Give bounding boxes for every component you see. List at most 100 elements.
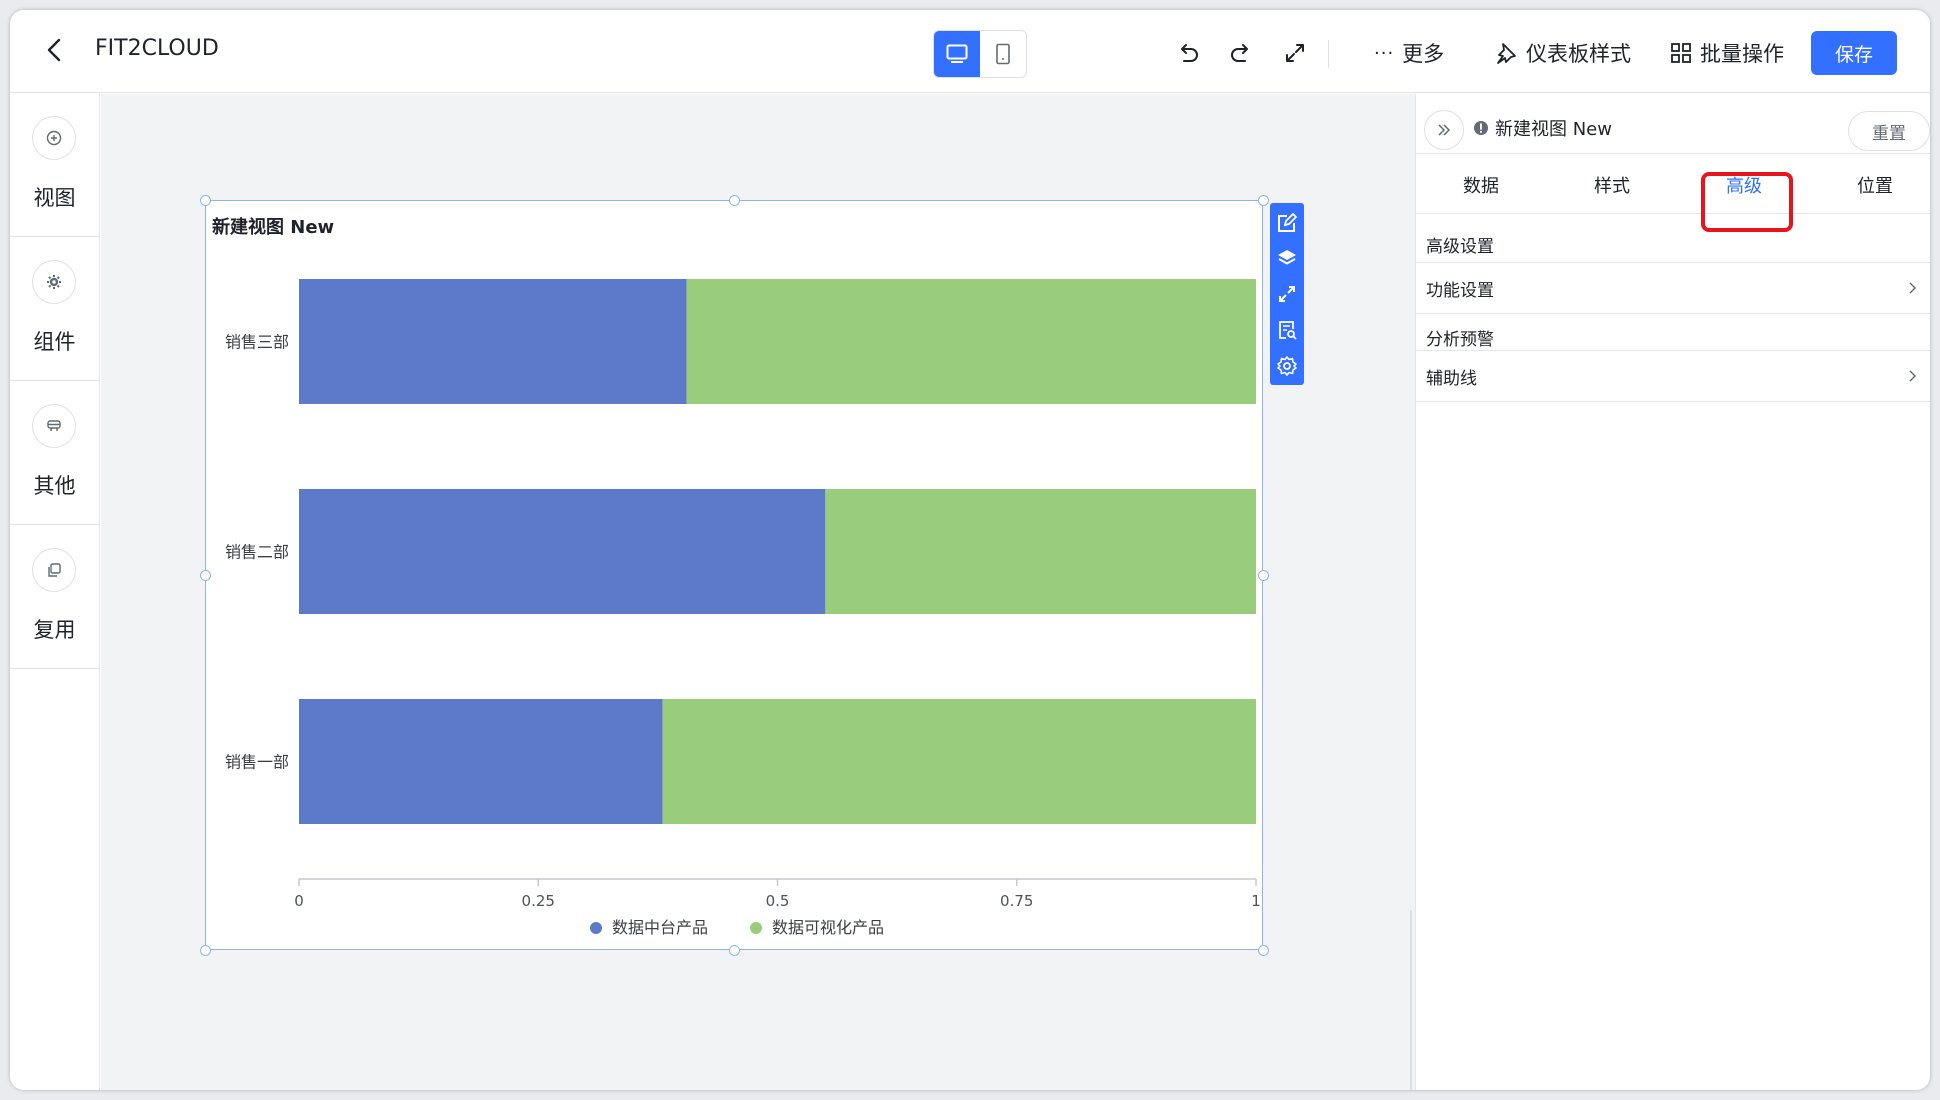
bar-segment (825, 489, 1256, 614)
bar-segment (299, 279, 687, 404)
details-button[interactable] (1275, 318, 1299, 342)
properties-panel: 新建视图 New 重置 数据 样式 高级 位置 高级设置 功能设置 分析预警 辅… (1415, 94, 1930, 1090)
canvas-scroll-edge (1410, 910, 1412, 1090)
plus-circle-icon (32, 116, 76, 160)
collapse-panel-button[interactable] (1424, 110, 1464, 150)
chevron-right-icon (1909, 370, 1916, 382)
app-title: FIT2CLOUD (95, 36, 219, 61)
bar-segment (299, 489, 826, 614)
x-tick-label: 0 (294, 892, 304, 910)
legend-marker (590, 922, 602, 934)
x-tick-label: 1 (1251, 892, 1261, 910)
enlarge-button[interactable] (1275, 282, 1299, 306)
redo-button[interactable] (1226, 38, 1256, 68)
section-title-advanced: 高级设置 (1426, 237, 1494, 257)
chevron-left-icon (47, 38, 61, 62)
sidebar-item-component[interactable]: 组件 (10, 238, 99, 381)
reset-button[interactable]: 重置 (1848, 111, 1930, 151)
panel-title-text: 新建视图 New (1495, 119, 1612, 140)
desktop-view-button[interactable] (934, 31, 980, 77)
resize-handle[interactable] (1258, 195, 1269, 206)
resize-handle[interactable] (1258, 945, 1269, 956)
auxiliary-line-label: 辅助线 (1426, 368, 1477, 389)
function-settings-label: 功能设置 (1426, 280, 1494, 301)
gear-icon (1277, 356, 1297, 376)
monitor-icon (946, 44, 968, 63)
back-button[interactable] (40, 35, 70, 65)
batch-operation-label: 批量操作 (1700, 42, 1784, 66)
widget-icon (32, 404, 76, 448)
x-tick-label: 0.25 (522, 892, 555, 910)
pin-icon (1497, 43, 1516, 64)
sidebar-item-label: 视图 (33, 186, 76, 210)
bar-segment (686, 279, 1256, 404)
expand-icon (1286, 44, 1304, 62)
chart-component[interactable]: 新建视图 New 销售三部 销售二部 销售一部 0 0.25 0.5 0.75 1 数据中台产品… (205, 200, 1263, 950)
mobile-view-button[interactable] (980, 31, 1026, 77)
tab-data[interactable]: 数据 (1431, 156, 1531, 214)
dashboard-style-button[interactable]: 仪表板样式 (1494, 36, 1631, 70)
edit-button[interactable] (1275, 211, 1299, 235)
batch-operation-button[interactable]: 批量操作 (1670, 36, 1784, 70)
chart-toolbar (1270, 203, 1304, 385)
sidebar-item-other[interactable]: 其他 (10, 382, 99, 525)
tab-position[interactable]: 位置 (1825, 156, 1925, 214)
panel-header: 新建视图 New 重置 (1416, 94, 1930, 154)
chart-settings-button[interactable] (1275, 354, 1299, 378)
bar-segment (662, 699, 1256, 824)
resize-handle[interactable] (200, 195, 211, 206)
mobile-icon (996, 43, 1010, 65)
layers-icon (1278, 250, 1296, 265)
legend-label: 数据中台产品 (612, 918, 708, 937)
tab-highlight-box (1701, 172, 1793, 232)
stacked-bar-chart: 销售三部销售二部销售一部 0 0.25 0.5 0.75 1 数据中台产品 数据可视化产品 (225, 279, 1261, 937)
gear-icon (32, 260, 76, 304)
legend-marker (750, 922, 762, 934)
resize-handle[interactable] (200, 945, 211, 956)
header-divider (1328, 40, 1329, 68)
copy-icon (32, 548, 76, 592)
left-sidebar: 视图 组件 其他 复用 (10, 94, 100, 1090)
document-search-icon (1279, 321, 1297, 340)
dashboard-style-label: 仪表板样式 (1526, 42, 1631, 66)
layers-button[interactable] (1275, 246, 1299, 270)
top-header: FIT2CLOUD ··· 更多 仪表板样式 批量操作 保存 (10, 10, 1930, 93)
undo-icon (1181, 44, 1198, 62)
ellipsis-icon: ··· (1374, 42, 1395, 64)
device-switch (933, 30, 1027, 78)
resize-handle[interactable] (729, 195, 740, 206)
bar-segment (299, 699, 663, 824)
function-settings-row[interactable]: 功能设置 (1416, 262, 1930, 314)
sidebar-item-label: 复用 (33, 618, 76, 642)
resize-handle[interactable] (729, 945, 740, 956)
panel-title: 新建视图 New (1473, 115, 1612, 141)
sidebar-item-label: 组件 (33, 330, 76, 354)
grid-icon (1671, 43, 1691, 63)
sidebar-item-reuse[interactable]: 复用 (10, 526, 99, 669)
sidebar-item-label: 其他 (33, 474, 76, 498)
double-chevron-right-icon (1438, 124, 1451, 136)
tab-style[interactable]: 样式 (1562, 156, 1662, 214)
x-tick-label: 0.75 (1000, 892, 1033, 910)
category-label: 销售三部 (225, 333, 289, 352)
resize-handle[interactable] (1258, 570, 1269, 581)
info-icon (1474, 121, 1488, 135)
more-button[interactable]: ··· 更多 (1374, 36, 1444, 70)
edit-icon (1278, 212, 1298, 232)
x-tick-label: 0.5 (766, 892, 790, 910)
undo-button[interactable] (1173, 38, 1203, 68)
expand-icon (1279, 286, 1295, 302)
legend-label: 数据可视化产品 (772, 918, 884, 937)
category-label: 销售二部 (225, 543, 289, 562)
sidebar-item-view[interactable]: 视图 (10, 94, 99, 237)
section-title-analysis: 分析预警 (1426, 330, 1494, 350)
fullscreen-button[interactable] (1280, 38, 1310, 68)
resize-handle[interactable] (200, 570, 211, 581)
category-label: 销售一部 (225, 753, 289, 772)
app-window: FIT2CLOUD ··· 更多 仪表板样式 批量操作 保存 视图 组件 其他 … (10, 10, 1930, 1090)
panel-tabs: 数据 样式 高级 位置 (1416, 156, 1930, 214)
more-label: 更多 (1402, 42, 1445, 66)
save-button[interactable]: 保存 (1811, 31, 1897, 75)
auxiliary-line-row[interactable]: 辅助线 (1416, 350, 1930, 402)
chevron-right-icon (1909, 282, 1916, 294)
